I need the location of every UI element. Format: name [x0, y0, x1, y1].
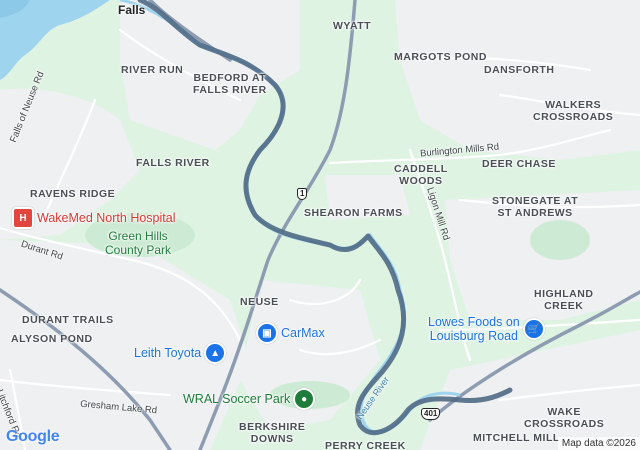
place-label-margots-pond: MARGOTS POND [394, 51, 487, 63]
park-label-green-hills-county-park: Green Hills County Park [105, 229, 172, 257]
urban-area-northeast [395, 0, 640, 160]
place-label-ravens-ridge: RAVENS RIDGE [30, 188, 116, 200]
poi-leith-toyota[interactable]: Leith Toyota ▲ [134, 342, 227, 364]
park-icon: ● [293, 388, 316, 410]
place-label-highland-creek: HIGHLAND CREEK [534, 288, 594, 312]
google-logo-text: Google [6, 428, 60, 445]
poi-label-wral-soccer-park: WRAL Soccer Park [183, 392, 291, 406]
poi-carmax[interactable]: ▣ CarMax [256, 322, 325, 344]
place-label-falls-river: FALLS RIVER [136, 157, 210, 169]
google-logo[interactable]: Google [6, 428, 60, 446]
place-label-wyatt: WYATT [333, 20, 372, 32]
place-label-caddell-woods: CADDELL WOODS [394, 163, 448, 187]
place-label-wake-crossroads: WAKE CROSSROADS [524, 406, 605, 430]
place-label-dansforth: DANSFORTH [484, 64, 555, 76]
shopping-cart-icon: 🛒 [522, 318, 545, 340]
poi-wakemed-north-hospital[interactable]: H WakeMed North Hospital [12, 207, 175, 229]
place-label-mitchell-mill: MITCHELL MILL [473, 432, 560, 444]
place-label-alyson-pond: ALYSON POND [11, 333, 93, 345]
map-canvas[interactable]: Falls WYATT MARGOTS POND DANSFORTH RIVER… [0, 0, 640, 450]
poi-wral-soccer-park[interactable]: WRAL Soccer Park ● [183, 388, 316, 410]
poi-label-carmax: CarMax [281, 326, 325, 340]
shopping-bag-icon: ▣ [256, 322, 278, 344]
place-label-river-run: RIVER RUN [121, 64, 184, 76]
place-label-durant-trails: DURANT TRAILS [22, 314, 114, 326]
place-label-perry-creek: PERRY CREEK [325, 440, 406, 450]
place-label-neuse: NEUSE [240, 296, 279, 308]
poi-label-wakemed: WakeMed North Hospital [37, 211, 176, 225]
place-label-bedford-at-falls-river: BEDFORD AT FALLS RIVER [193, 72, 267, 96]
car-dealer-icon: ▲ [204, 342, 227, 364]
place-label-stonegate-at-st-andrews: STONEGATE AT ST ANDREWS [492, 195, 579, 219]
place-label-walkers-crossroads: WALKERS CROSSROADS [533, 99, 614, 123]
place-label-shearon-farms: SHEARON FARMS [304, 207, 403, 219]
poi-label-lowes-foods: Lowes Foods on Louisburg Road [428, 315, 520, 343]
us-route-401-shield: 401 [421, 408, 441, 420]
hospital-icon: H [12, 207, 34, 229]
poi-lowes-foods[interactable]: Lowes Foods on Louisburg Road 🛒 [428, 315, 545, 343]
place-label-berkshire-downs: BERKSHIRE DOWNS [239, 421, 306, 445]
map-attribution: Map data ©2026 [557, 437, 640, 450]
place-label-deer-chase: DEER CHASE [482, 158, 556, 170]
place-label-falls: Falls [118, 3, 146, 17]
poi-label-leith-toyota: Leith Toyota [134, 346, 202, 360]
